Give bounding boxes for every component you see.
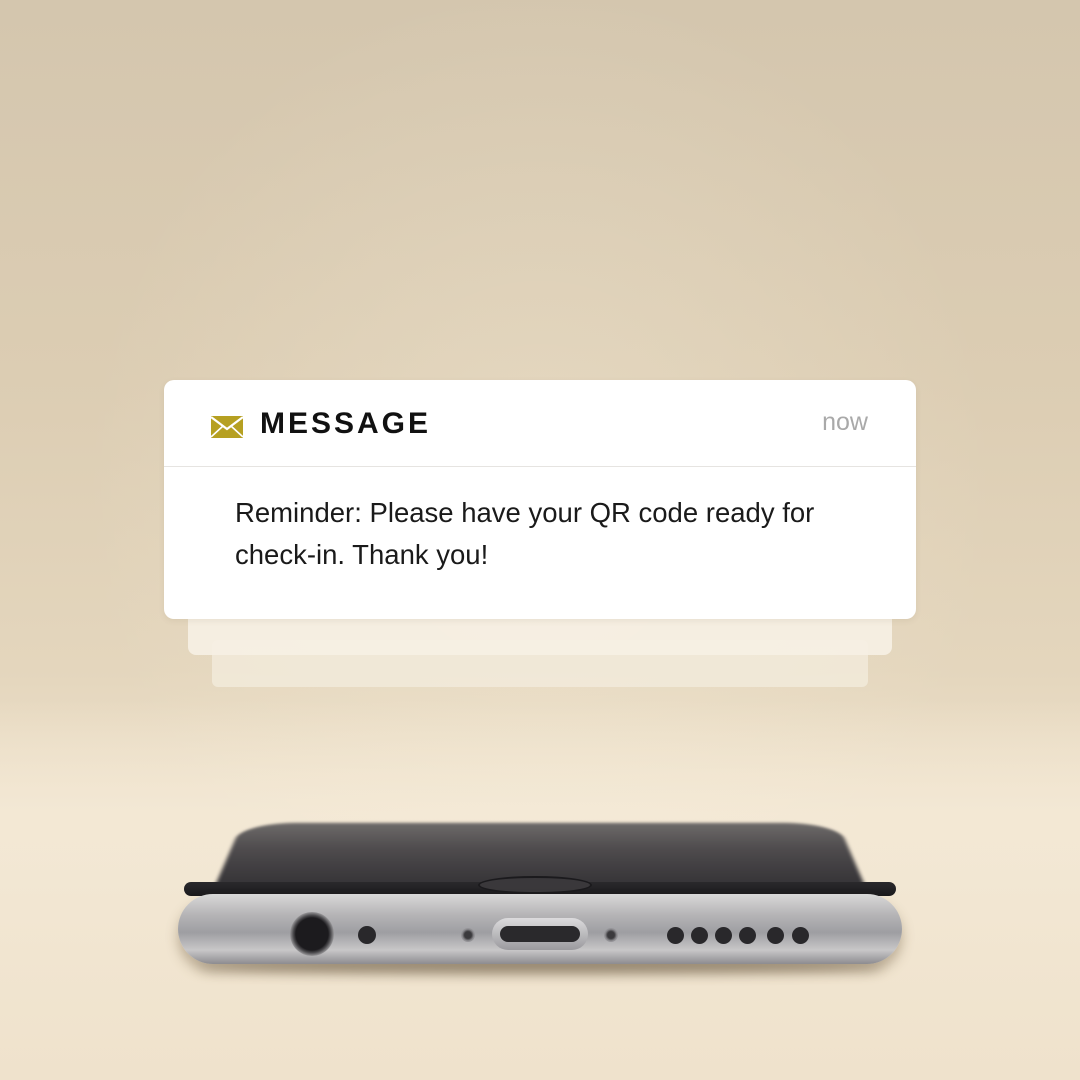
- microphone-hole: [358, 926, 376, 944]
- smartphone-image: [178, 790, 902, 974]
- speaker-hole: [667, 927, 684, 944]
- charging-port-slot: [500, 926, 580, 942]
- notification-message: Reminder: Please have your QR code ready…: [235, 497, 815, 570]
- speaker-hole: [739, 927, 756, 944]
- notification-card[interactable]: MESSAGE now Reminder: Please have your Q…: [164, 380, 916, 619]
- screw-left: [461, 928, 475, 942]
- speaker-hole: [691, 927, 708, 944]
- phone-home-button: [478, 876, 592, 894]
- charging-port: [492, 918, 588, 950]
- screw-right: [604, 928, 618, 942]
- notification-timestamp: now: [822, 408, 868, 436]
- speaker-hole: [715, 927, 732, 944]
- app-name: MESSAGE: [260, 407, 432, 440]
- speaker-hole: [767, 927, 784, 944]
- envelope-icon: [211, 416, 243, 438]
- notification-header: MESSAGE now: [164, 380, 916, 467]
- background-scene: MESSAGE now Reminder: Please have your Q…: [0, 0, 1080, 1080]
- speaker-hole: [792, 927, 809, 944]
- headphone-jack: [290, 912, 334, 956]
